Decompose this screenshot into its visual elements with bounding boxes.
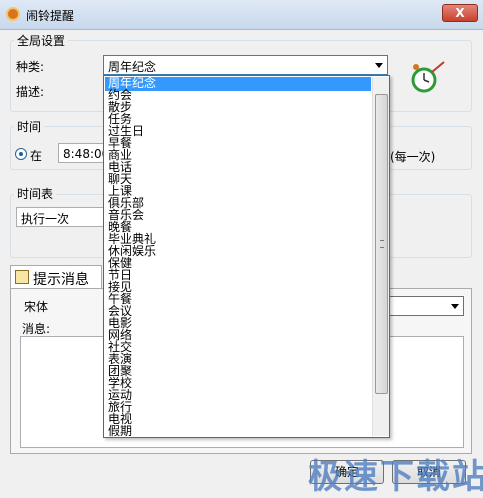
type-label: 种类: <box>16 60 45 74</box>
message-label: 消息: <box>22 322 51 336</box>
time-at-radio[interactable] <box>15 148 27 160</box>
time-at-label: 在 <box>30 149 43 163</box>
window-title: 闹铃提醒 <box>26 9 75 23</box>
schedule-select[interactable]: 执行一次 <box>16 207 108 227</box>
tab-message-label: 提示消息 <box>33 272 89 288</box>
dropdown-scrollbar[interactable] <box>372 77 389 436</box>
memo-icon <box>15 270 29 284</box>
repeat-suffix: (每一次) <box>390 150 436 164</box>
app-icon <box>6 7 20 21</box>
global-settings-label: 全局设置 <box>14 32 69 49</box>
type-select-value: 周年纪念 <box>108 60 157 74</box>
schedule-group-label: 时间表 <box>14 185 57 202</box>
close-button[interactable]: X <box>442 4 478 22</box>
time-group-label: 时间 <box>14 118 45 135</box>
chevron-down-icon[interactable] <box>375 63 383 68</box>
chevron-down-icon[interactable] <box>451 304 459 309</box>
tab-message[interactable]: 提示消息 <box>10 265 102 289</box>
color-select[interactable] <box>388 296 464 316</box>
watermark-text: 极速下载站 <box>308 457 483 497</box>
type-dropdown-list[interactable]: 周年纪念 约会 散步 任务 过生日 早餐 商业 电话 聊天 上课 俱乐部 音乐会… <box>103 75 390 438</box>
schedule-value: 执行一次 <box>21 212 70 226</box>
font-value: 宋体 <box>24 300 49 314</box>
alarm-clock-icon <box>411 61 445 93</box>
grip-icon <box>380 240 384 248</box>
type-select[interactable]: 周年纪念 <box>103 55 388 75</box>
title-bar: 闹铃提醒 X <box>0 0 483 30</box>
scrollbar-thumb[interactable] <box>375 94 388 394</box>
font-select[interactable]: 宋体 <box>20 296 100 316</box>
description-label: 描述: <box>16 85 45 99</box>
list-item[interactable]: 假期 <box>105 425 371 439</box>
